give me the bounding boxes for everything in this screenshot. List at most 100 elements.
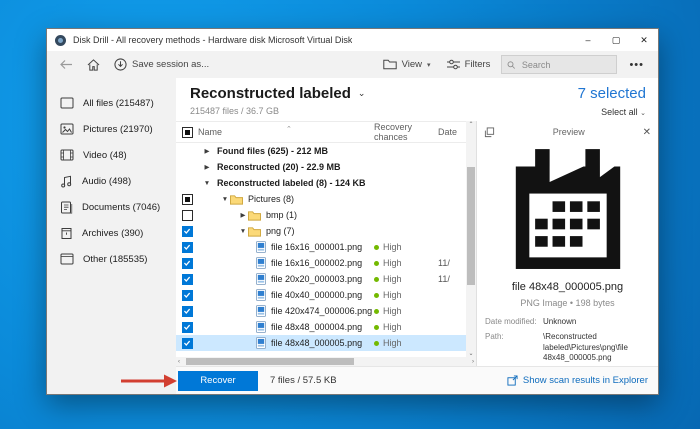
row-checkbox-checked[interactable] (181, 321, 193, 333)
select-all-checkbox[interactable] (181, 126, 193, 138)
image-file-icon (256, 305, 266, 317)
close-button[interactable]: ✕ (630, 29, 658, 51)
close-preview-icon[interactable]: ✕ (643, 127, 651, 138)
chevron-down-icon: ⌄ (357, 88, 366, 98)
sidebar-item-video[interactable]: Video (48) (47, 142, 176, 168)
filters-button[interactable]: Filters (442, 54, 496, 75)
chevron-collapsed-icon[interactable]: ▶ (202, 147, 212, 155)
sort-ascending-icon: ⌃ (286, 126, 292, 133)
file-row[interactable]: file 16x16_000001.png High (176, 239, 476, 255)
chevron-collapsed-icon[interactable]: ▶ (238, 211, 248, 219)
horizontal-scrollbar[interactable]: ‹ › (176, 357, 476, 366)
sidebar-item-archives[interactable]: Archives (390) (47, 220, 176, 246)
row-checkbox-checked[interactable] (181, 273, 193, 285)
preview-filename: file 48x48_000005.png (511, 281, 624, 293)
sidebar-item-audio[interactable]: Audio (498) (47, 168, 176, 194)
tree-row[interactable]: ▼ png (7) (176, 223, 476, 239)
title-bar[interactable]: Disk Drill - All recovery methods - Hard… (47, 29, 658, 51)
row-checkbox-indeterminate[interactable] (181, 193, 193, 205)
column-header-name[interactable]: Name ⌃ (198, 126, 374, 137)
row-label: file 20x20_000003.png (271, 274, 363, 284)
sidebar-item-all-files[interactable]: All files (215487) (47, 90, 176, 116)
search-icon (507, 60, 516, 69)
show-scan-results-link[interactable]: Show scan results in Explorer (507, 375, 648, 386)
disk-drill-window: Disk Drill - All recovery methods - Hard… (46, 28, 659, 395)
sidebar-item-label: Archives (390) (82, 227, 144, 239)
sidebar-item-other[interactable]: Other (185535) (47, 246, 176, 272)
chevron-down-icon: ⌄ (640, 110, 646, 117)
sidebar-item-pictures[interactable]: Pictures (21970) (47, 116, 176, 142)
row-checkbox-checked[interactable] (181, 337, 193, 349)
row-label: Reconstructed labeled (8) - 124 KB (217, 178, 366, 188)
row-label: Found files (625) - 212 MB (217, 146, 329, 156)
row-checkbox-checked[interactable] (181, 241, 193, 253)
search-input[interactable] (519, 58, 612, 71)
view-button[interactable]: View ▾ (378, 54, 436, 75)
chevron-expanded-icon[interactable]: ▼ (202, 180, 212, 187)
row-label: Reconstructed (20) - 22.9 MB (217, 162, 341, 172)
image-file-icon (256, 321, 266, 333)
desktop: Disk Drill - All recovery methods - Hard… (0, 0, 700, 429)
window-title: Disk Drill - All recovery methods - Hard… (73, 35, 353, 45)
row-label: file 48x48_000004.png (271, 322, 363, 332)
popout-icon[interactable] (484, 126, 495, 138)
horizontal-scrollbar-thumb[interactable] (186, 358, 354, 365)
vertical-scrollbar-thumb[interactable] (467, 167, 475, 285)
tree-row[interactable]: ▼ Reconstructed labeled (8) - 124 KB (176, 175, 476, 191)
save-session-button[interactable]: Save session as... (109, 54, 214, 75)
files-summary: 215487 files / 36.7 GB (190, 106, 280, 116)
search-box[interactable] (501, 55, 618, 74)
file-row[interactable]: file 48x48_000005.png High (176, 335, 476, 351)
row-checkbox-checked[interactable] (181, 289, 193, 301)
back-button[interactable] (55, 54, 78, 75)
file-row[interactable]: file 40x40_000000.png High (176, 287, 476, 303)
chevron-expanded-icon[interactable]: ▼ (238, 228, 248, 235)
row-checkbox-checked[interactable] (181, 225, 193, 237)
file-row[interactable]: file 420x474_000006.png High (176, 303, 476, 319)
file-row[interactable]: file 16x16_000002.png High 11/ (176, 255, 476, 271)
column-header-recovery[interactable]: Recovery chances (374, 122, 438, 142)
tree-row[interactable]: ▶ bmp (1) (176, 207, 476, 223)
recovery-chance: High (374, 338, 438, 348)
more-options-button[interactable]: ••• (623, 59, 650, 71)
file-row[interactable]: file 48x48_000004.png High (176, 319, 476, 335)
recovery-chance: High (374, 306, 438, 316)
scroll-right-icon[interactable]: › (472, 359, 474, 365)
sidebar-item-label: All files (215487) (83, 97, 154, 109)
chevron-collapsed-icon[interactable]: ▶ (202, 163, 212, 171)
select-all-dropdown[interactable]: Select all ⌄ (578, 107, 646, 117)
high-status-dot (374, 308, 379, 314)
row-checkbox-checked[interactable] (181, 305, 193, 317)
toolbar: Save session as... View ▾ Filters ••• (47, 51, 658, 78)
tree-row[interactable]: ▶ Reconstructed (20) - 22.9 MB (176, 159, 476, 175)
row-checkbox-unchecked[interactable] (181, 209, 193, 221)
file-list-rows: ▶ Found files (625) - 212 MB ▶ Reconstructe… (176, 143, 476, 357)
row-label: bmp (1) (266, 210, 298, 220)
file-row[interactable]: file 20x20_000003.png High 11/ (176, 271, 476, 287)
minimize-button[interactable]: – (574, 29, 602, 51)
preview-panel: Preview ✕ file 48x48_000005.png PNG Imag… (476, 121, 658, 366)
recovery-chance: High (374, 290, 438, 300)
all-files-icon (60, 97, 74, 109)
scroll-up-icon[interactable]: ⌃ (468, 121, 473, 128)
folder-icon (248, 210, 261, 221)
archives-icon (61, 227, 72, 239)
home-button[interactable] (82, 54, 105, 75)
tree-row[interactable]: ▼ Pictures (8) (176, 191, 476, 207)
vertical-scrollbar[interactable]: ⌃ ⌄ (466, 121, 476, 357)
scroll-left-icon[interactable]: ‹ (178, 359, 180, 365)
filters-icon (446, 59, 460, 70)
maximize-button[interactable]: ▢ (602, 29, 630, 51)
chevron-expanded-icon[interactable]: ▼ (220, 196, 230, 203)
scan-section-dropdown[interactable]: Reconstructed labeled ⌄ (190, 85, 365, 102)
scroll-down-icon[interactable]: ⌄ (468, 350, 473, 357)
sidebar-item-documents[interactable]: Documents (7046) (47, 194, 176, 220)
page-title: Reconstructed labeled (190, 85, 351, 102)
recover-button[interactable]: Recover (178, 370, 258, 391)
filters-label: Filters (464, 59, 491, 70)
tree-row[interactable]: ▶ Found files (625) - 212 MB (176, 143, 476, 159)
image-file-icon (256, 273, 266, 285)
row-checkbox-checked[interactable] (181, 257, 193, 269)
recovery-chance: High (374, 322, 438, 332)
preview-detail-row: Path: \Reconstructed labeled\Pictures\pn… (485, 332, 650, 364)
